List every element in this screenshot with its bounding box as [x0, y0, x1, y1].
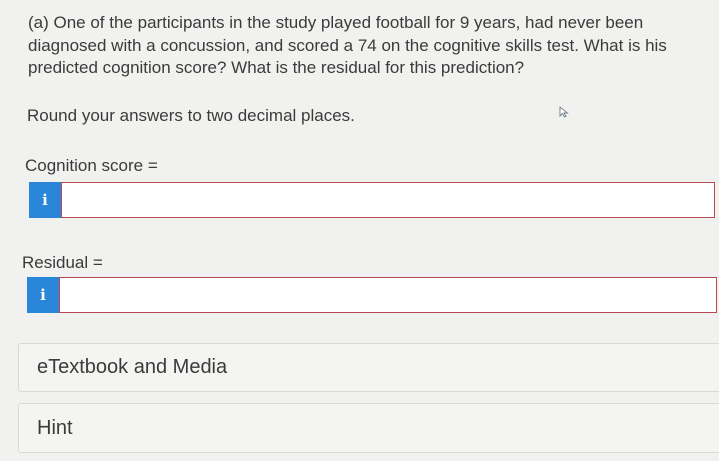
cognition-info-icon[interactable]: i [29, 182, 61, 218]
hint-label: Hint [37, 416, 73, 439]
rounding-instruction: Round your answers to two decimal places… [27, 106, 355, 125]
cognition-score-input[interactable] [61, 182, 715, 218]
cognition-score-row: i [29, 182, 715, 218]
cognition-score-label: Cognition score = [25, 156, 158, 175]
etextbook-media-label: eTextbook and Media [37, 356, 228, 378]
hint-panel[interactable]: Hint [18, 403, 719, 453]
residual-label: Residual = [22, 253, 103, 272]
residual-input[interactable] [59, 277, 717, 313]
mouse-cursor-icon [559, 106, 569, 118]
question-text: (a) One of the participants in the study… [28, 13, 667, 77]
etextbook-media-panel[interactable]: eTextbook and Media [18, 343, 719, 392]
residual-info-icon[interactable]: i [27, 277, 59, 313]
residual-row: i [27, 277, 717, 313]
